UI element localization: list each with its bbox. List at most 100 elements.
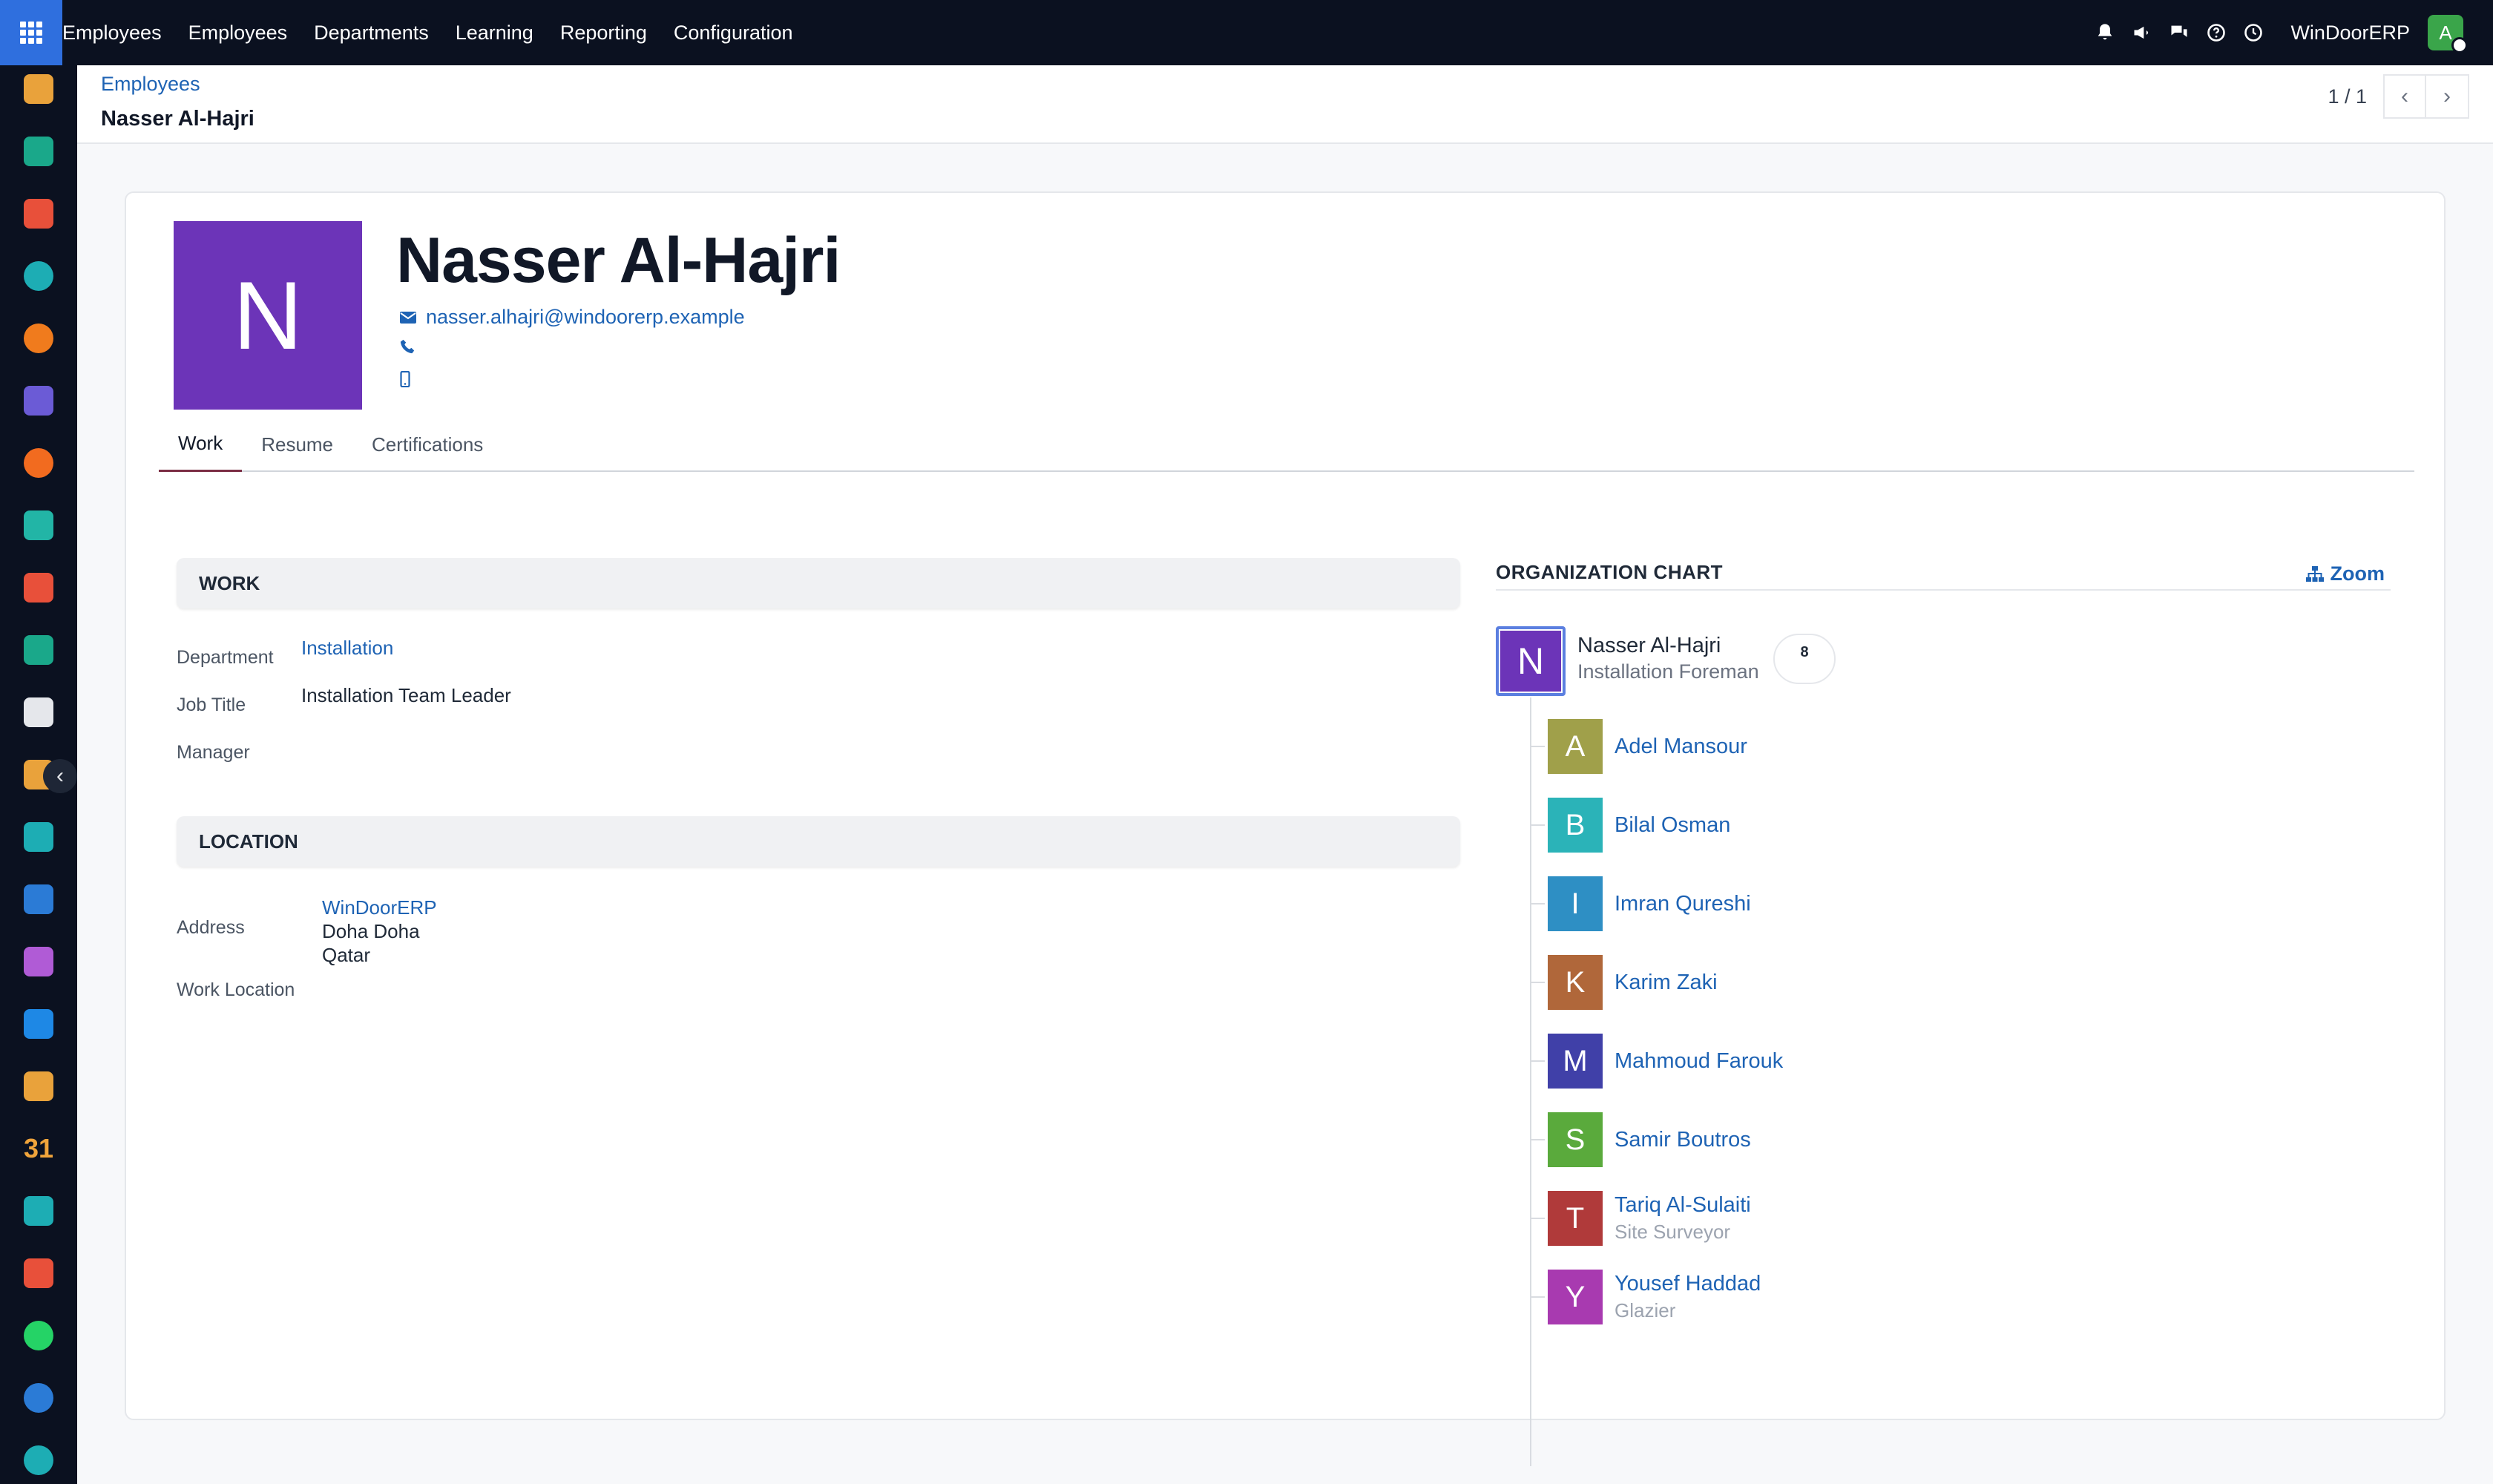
- pager-value[interactable]: 1 / 1: [2328, 85, 2367, 108]
- org-subordinate-text: Samir Boutros: [1615, 1128, 1751, 1152]
- chat-icon[interactable]: [2164, 18, 2194, 47]
- employee-name[interactable]: Nasser Al-Hajri: [396, 224, 841, 298]
- org-subordinate-item[interactable]: A Adel Mansour: [1530, 718, 1747, 775]
- org-subordinate-avatar[interactable]: K: [1548, 955, 1603, 1010]
- reporting-app-icon[interactable]: [24, 199, 53, 229]
- mail-app-icon[interactable]: [24, 386, 53, 416]
- pager-previous-button[interactable]: ‹: [2383, 74, 2426, 119]
- address-line2: Qatar: [322, 944, 371, 966]
- org-subordinate-text: Adel Mansour: [1615, 735, 1747, 759]
- discuss-app-icon[interactable]: [24, 324, 53, 353]
- tab-certifications[interactable]: Certifications: [352, 417, 502, 472]
- menu-learning[interactable]: Learning: [456, 0, 533, 65]
- org-subordinate-name[interactable]: Bilal Osman: [1615, 813, 1730, 838]
- org-subordinate-avatar[interactable]: T: [1548, 1191, 1603, 1246]
- org-subordinate-name[interactable]: Yousef Haddad: [1615, 1272, 1761, 1296]
- menu-departments[interactable]: Departments: [314, 0, 429, 65]
- knowledge-app-icon[interactable]: [24, 884, 53, 914]
- org-subordinate-item[interactable]: B Bilal Osman: [1530, 797, 1730, 853]
- org-subordinate-job: Glazier: [1615, 1299, 1676, 1322]
- menu-reporting[interactable]: Reporting: [560, 0, 647, 65]
- org-chart-zoom-button[interactable]: Zoom: [2305, 562, 2385, 585]
- chat-app-icon[interactable]: [24, 448, 53, 478]
- pager-next-button[interactable]: ›: [2426, 74, 2469, 119]
- org-subordinate-name[interactable]: Karim Zaki: [1615, 971, 1718, 995]
- org-tree-branch: [1530, 982, 1545, 983]
- analytics-app-icon[interactable]: [24, 573, 53, 603]
- org-subordinate-item[interactable]: I Imran Qureshi: [1530, 876, 1751, 932]
- chevron-left-icon: ‹: [56, 764, 64, 788]
- product-app-icon[interactable]: [24, 947, 53, 976]
- org-subordinate-text: Karim Zaki: [1615, 971, 1718, 995]
- org-subordinate-text: Imran Qureshi: [1615, 892, 1751, 916]
- address-company[interactable]: WinDoorERP: [322, 896, 437, 919]
- project-app-icon[interactable]: [24, 510, 53, 540]
- menu-configuration[interactable]: Configuration: [674, 0, 793, 65]
- org-subordinate-item[interactable]: M Mahmoud Farouk: [1530, 1033, 1783, 1089]
- breadcrumb-employees[interactable]: Employees: [101, 73, 200, 96]
- org-subordinate-item[interactable]: K Karim Zaki: [1530, 954, 1718, 1011]
- user-avatar[interactable]: A: [2428, 15, 2468, 53]
- org-main-job: Installation Foreman: [1577, 660, 1759, 683]
- subordinates-count-badge[interactable]: 8: [1773, 634, 1836, 684]
- whatsapp-app-icon[interactable]: [24, 1321, 53, 1350]
- bell-icon[interactable]: [2090, 18, 2120, 47]
- help-icon[interactable]: [2201, 18, 2231, 47]
- org-subordinate-avatar[interactable]: I: [1548, 876, 1603, 931]
- org-subordinate-name[interactable]: Tariq Al-Sulaiti: [1615, 1193, 1751, 1218]
- inventory-app-icon[interactable]: [24, 697, 53, 727]
- tab-resume[interactable]: Resume: [242, 417, 352, 472]
- website-app-icon[interactable]: [24, 1258, 53, 1288]
- department-value[interactable]: Installation: [301, 637, 393, 660]
- employee-avatar[interactable]: N: [174, 221, 362, 410]
- org-tree-branch: [1530, 1060, 1545, 1062]
- org-main-initial: N: [1517, 640, 1545, 682]
- todo-app-icon[interactable]: [24, 822, 53, 852]
- org-main-avatar[interactable]: N: [1496, 626, 1566, 696]
- menu-brand-employees[interactable]: Employees: [62, 0, 162, 65]
- phone-icon[interactable]: [399, 338, 421, 355]
- org-subordinate-avatar[interactable]: B: [1548, 798, 1603, 853]
- org-subordinate-name[interactable]: Samir Boutros: [1615, 1128, 1751, 1152]
- tab-work[interactable]: Work: [159, 417, 243, 472]
- org-tree-branch: [1530, 1296, 1545, 1298]
- company-switcher[interactable]: WinDoorERP: [2290, 22, 2410, 45]
- org-subordinate-avatar[interactable]: A: [1548, 719, 1603, 774]
- sign-app-icon[interactable]: [24, 1196, 53, 1226]
- collapse-sidebar-button[interactable]: ‹: [43, 759, 77, 793]
- contacts-app-icon[interactable]: [24, 137, 53, 166]
- work-section-header: WORK: [177, 558, 1460, 608]
- timer-app-icon[interactable]: [24, 1383, 53, 1413]
- employees-app-icon[interactable]: [24, 635, 53, 665]
- pager: 1 / 1 ‹ ›: [2328, 74, 2469, 119]
- org-subordinate-name[interactable]: Imran Qureshi: [1615, 892, 1751, 916]
- team-app-icon[interactable]: [24, 1071, 53, 1101]
- department-label: Department: [177, 647, 274, 668]
- org-subordinate-avatar[interactable]: M: [1548, 1034, 1603, 1089]
- mobile-icon[interactable]: [399, 371, 421, 387]
- clock-icon[interactable]: [2239, 18, 2268, 47]
- org-subordinate-avatar[interactable]: Y: [1548, 1270, 1603, 1324]
- org-tree-branch: [1530, 746, 1545, 747]
- main-menu: Employees Employees Departments Learning…: [62, 0, 820, 65]
- app-icon-1[interactable]: [24, 74, 53, 104]
- apps-menu-button[interactable]: [0, 0, 62, 65]
- apps-app-icon[interactable]: [24, 1445, 53, 1475]
- menu-employees[interactable]: Employees: [188, 0, 288, 65]
- org-subordinate-name[interactable]: Mahmoud Farouk: [1615, 1049, 1783, 1074]
- calendar-app-icon[interactable]: 31: [24, 1133, 53, 1163]
- address-line1: Doha Doha: [322, 920, 420, 942]
- employee-email[interactable]: nasser.alhajri@windoorerp.example: [426, 306, 745, 329]
- chevron-left-icon: ‹: [2401, 84, 2408, 108]
- job-title-value[interactable]: Installation Team Leader: [301, 684, 511, 707]
- org-subordinate-name[interactable]: Adel Mansour: [1615, 735, 1747, 759]
- invoicing-app-icon[interactable]: [24, 1009, 53, 1039]
- org-subordinate-text: Mahmoud Farouk: [1615, 1049, 1783, 1074]
- user-initial: A: [2439, 21, 2452, 44]
- org-subordinate-avatar[interactable]: S: [1548, 1112, 1603, 1167]
- org-subordinate-item[interactable]: Y Yousef Haddad Glazier: [1530, 1269, 1761, 1325]
- org-subordinate-item[interactable]: T Tariq Al-Sulaiti Site Surveyor: [1530, 1190, 1751, 1247]
- org-subordinate-item[interactable]: S Samir Boutros: [1530, 1112, 1751, 1168]
- dashboard-app-icon[interactable]: [24, 261, 53, 291]
- megaphone-icon[interactable]: [2127, 18, 2157, 47]
